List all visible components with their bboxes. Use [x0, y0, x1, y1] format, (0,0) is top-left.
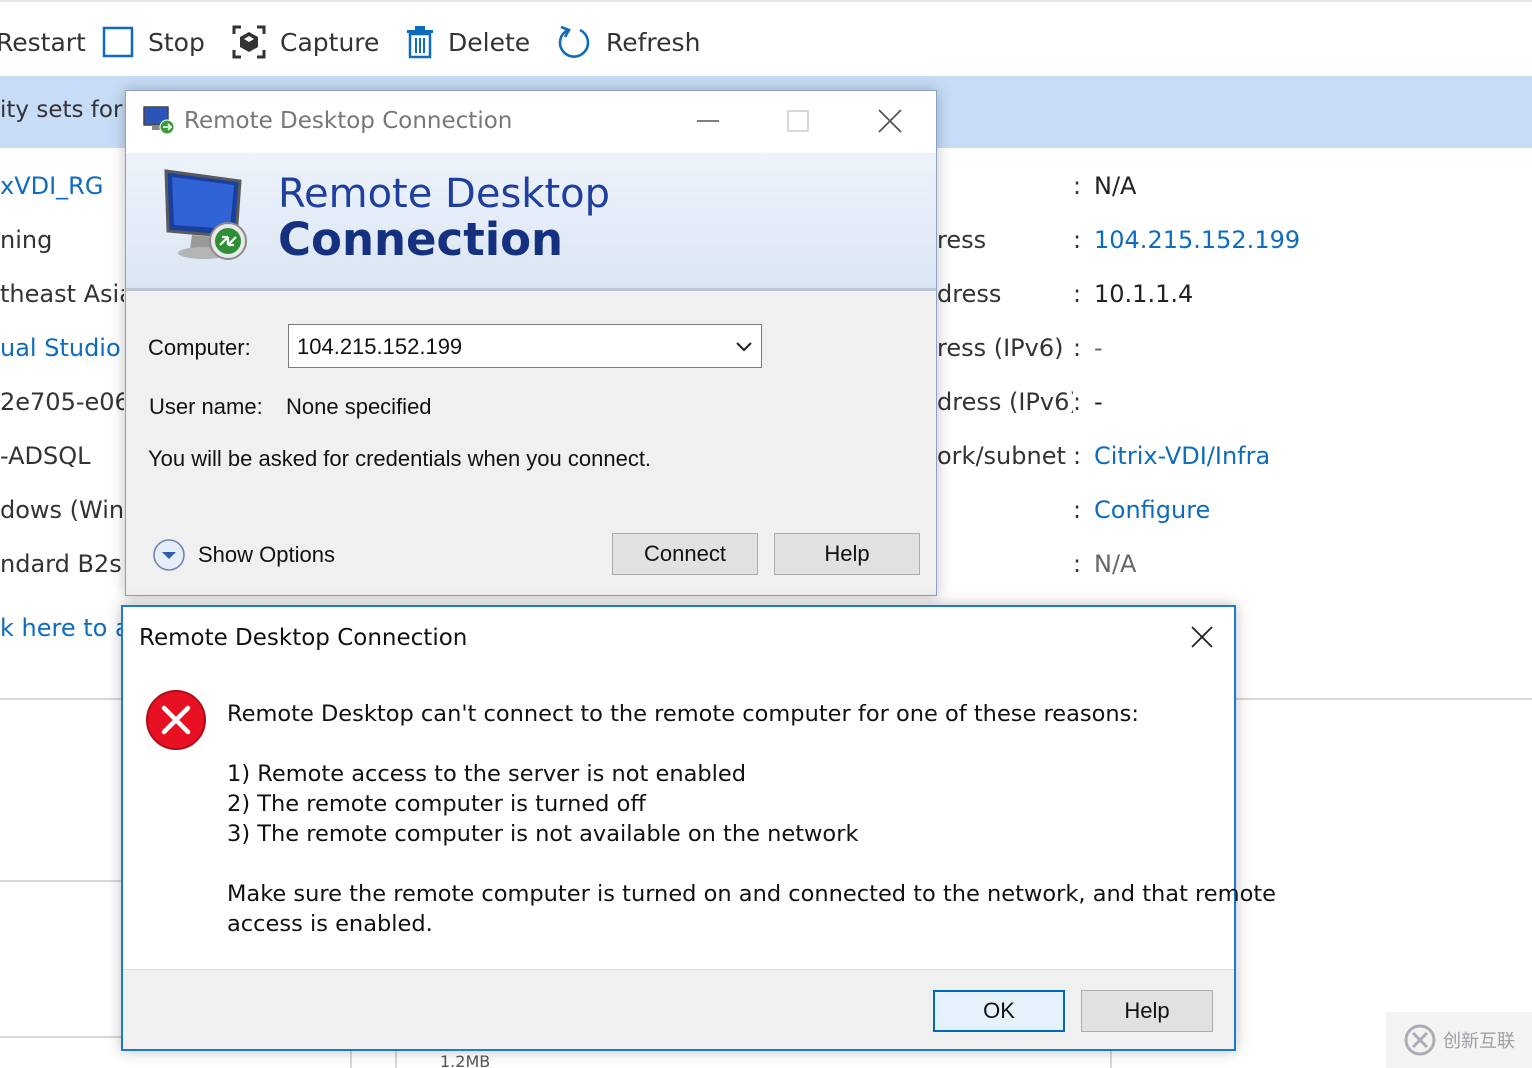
error-dialog: Remote Desktop Connection Remote Desktop…	[121, 605, 1276, 1051]
divider	[395, 1050, 397, 1068]
os-value: dows (Wind	[0, 496, 124, 524]
vnet-subnet-link[interactable]: Citrix-VDI/Infra	[1094, 442, 1394, 470]
rdc-titlebar[interactable]: Remote Desktop Connection	[126, 91, 936, 153]
capture-icon	[232, 25, 266, 59]
error-dialog-footer: OK Help	[123, 969, 1234, 1049]
ok-button[interactable]: OK	[933, 990, 1065, 1032]
chevron-down-icon[interactable]	[733, 335, 755, 357]
private-ip-value: 10.1.1.4	[1094, 280, 1194, 308]
colon: :	[1073, 496, 1082, 524]
show-options-label: Show Options	[198, 542, 335, 567]
availability-set-value: N/A	[1094, 172, 1137, 200]
close-icon	[878, 109, 902, 133]
colon: :	[1073, 550, 1082, 578]
capture-button[interactable]: Capture	[232, 20, 379, 64]
partial-metric-text: 1.2MB	[440, 1052, 491, 1068]
extra-value: N/A	[1094, 550, 1137, 578]
status-value: ning	[0, 226, 53, 254]
divider	[0, 1036, 122, 1038]
colon: :	[1073, 442, 1082, 470]
delete-button[interactable]: Delete	[406, 20, 530, 64]
error-message-heading: Remote Desktop can't connect to the remo…	[227, 701, 1139, 727]
error-help-button[interactable]: Help	[1081, 990, 1213, 1032]
colon: :	[1073, 172, 1082, 200]
minimize-button[interactable]	[684, 99, 732, 143]
private-ip-label: dress	[937, 280, 1002, 308]
rdc-banner-title: Remote Desktop	[278, 171, 611, 217]
size-value: ndard B2s (2	[0, 550, 124, 578]
credentials-note: You will be asked for credentials when y…	[148, 446, 652, 471]
vnet-subnet-label: ork/subnet	[937, 442, 1066, 470]
resource-group-link[interactable]: xVDI_RG	[0, 172, 124, 200]
computer-combobox[interactable]: 104.215.152.199	[288, 324, 762, 368]
maximize-button[interactable]	[774, 99, 822, 143]
colon: :	[1073, 334, 1082, 362]
refresh-label: Refresh	[606, 27, 701, 57]
colon: :	[1073, 226, 1082, 254]
delete-label: Delete	[448, 27, 531, 57]
rdc-banner: Remote Desktop Connection	[126, 153, 936, 291]
public-ip-label: ress	[937, 226, 987, 254]
computer-name-value: -ADSQL	[0, 442, 91, 470]
private-ipv6-label: dress (IPv6)	[937, 388, 1073, 416]
restart-button[interactable]: Restart	[0, 20, 86, 64]
computer-label: Computer:	[148, 335, 251, 360]
restart-label: Restart	[0, 27, 86, 57]
error-advice-line-2: access is enabled.	[227, 911, 433, 937]
colon: :	[1073, 388, 1082, 416]
divider	[0, 880, 122, 882]
rdc-app-icon	[143, 106, 175, 135]
show-options-toggle[interactable]: Show Options	[152, 537, 335, 573]
maximize-icon	[787, 110, 809, 132]
username-label: User name:	[149, 394, 263, 419]
close-button[interactable]	[866, 99, 914, 143]
computer-input-value[interactable]: 104.215.152.199	[297, 334, 462, 360]
subscription-id-value: 2e705-e06f	[0, 388, 124, 416]
rdc-window: Remote Desktop Connection Remote Desktop…	[125, 90, 937, 596]
public-ipv6-label: ress (IPv6)	[937, 334, 1064, 362]
toolbar: Restart Stop Capture Delete Refresh	[0, 0, 1532, 76]
public-ipv6-value: -	[1094, 334, 1103, 362]
dns-configure-link[interactable]: Configure	[1094, 496, 1394, 524]
refresh-button[interactable]: Refresh	[556, 20, 700, 64]
watermark: 创新互联	[1386, 1012, 1532, 1068]
close-icon	[1191, 626, 1213, 648]
expand-circle-icon	[153, 539, 185, 571]
error-reason-3: 3) The remote computer is not available …	[227, 821, 859, 847]
divider	[1110, 1050, 1112, 1068]
divider	[350, 1050, 352, 1068]
location-value: theast Asia	[0, 280, 124, 308]
colon: :	[1073, 280, 1082, 308]
watermark-text: 创新互联	[1443, 1031, 1515, 1052]
error-dialog-close-button[interactable]	[1182, 619, 1222, 655]
error-advice-line-1: Make sure the remote computer is turned …	[227, 881, 1276, 907]
username-value: None specified	[286, 394, 432, 419]
minimize-icon	[697, 120, 719, 122]
error-reason-1: 1) Remote access to the server is not en…	[227, 761, 747, 787]
click-here-link[interactable]: k here to a	[0, 614, 124, 642]
info-banner-text: ity sets for i	[0, 97, 126, 123]
stop-button[interactable]: Stop	[102, 20, 205, 64]
rdc-banner-subtitle: Connection	[278, 213, 564, 266]
error-reason-2: 2) The remote computer is turned off	[227, 791, 646, 817]
watermark-logo-icon	[1404, 1024, 1436, 1056]
stop-icon	[102, 26, 134, 58]
private-ipv6-value: -	[1094, 388, 1103, 416]
delete-icon	[407, 26, 433, 59]
connect-button[interactable]: Connect	[612, 533, 758, 575]
rdc-title: Remote Desktop Connection	[184, 108, 513, 134]
subscription-link[interactable]: ual Studio E	[0, 334, 124, 362]
error-dialog-title: Remote Desktop Connection	[139, 625, 468, 651]
help-button[interactable]: Help	[774, 533, 920, 575]
public-ip-link[interactable]: 104.215.152.199	[1094, 226, 1394, 254]
capture-label: Capture	[280, 27, 380, 57]
stop-label: Stop	[148, 27, 205, 57]
error-icon	[146, 690, 206, 750]
remote-desktop-logo-icon	[164, 169, 247, 260]
refresh-icon	[558, 25, 590, 58]
